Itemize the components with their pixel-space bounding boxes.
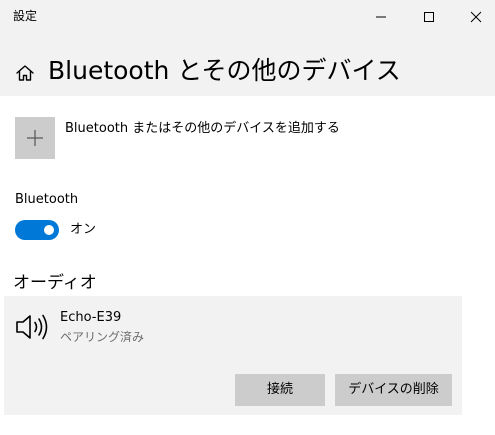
close-icon <box>470 11 482 22</box>
add-device-tile[interactable] <box>15 117 55 159</box>
maximize-button[interactable] <box>406 0 452 33</box>
maximize-icon <box>424 11 434 22</box>
connect-button[interactable]: 接続 <box>235 374 325 406</box>
bluetooth-toggle[interactable] <box>15 220 59 240</box>
home-button[interactable] <box>15 63 35 83</box>
device-status: ペアリング済み <box>60 330 145 344</box>
title-bar: 設定 <box>0 0 495 33</box>
toggle-knob <box>44 225 54 235</box>
minimize-button[interactable] <box>358 0 404 33</box>
audio-section-heading: オーディオ <box>13 273 97 293</box>
page-header: Bluetooth とその他のデバイス <box>0 33 495 96</box>
bluetooth-state-label: オン <box>70 222 97 237</box>
remove-device-button[interactable]: デバイスの削除 <box>335 374 452 406</box>
speaker-icon <box>15 312 49 342</box>
device-name: Echo-E39 <box>60 310 122 325</box>
window-title: 設定 <box>13 9 38 23</box>
add-device-button[interactable]: Bluetooth またはその他のデバイスを追加する <box>15 117 355 161</box>
device-card-echo-e39[interactable]: Echo-E39 ペアリング済み 接続 デバイスの削除 <box>4 296 462 415</box>
minimize-icon <box>376 16 386 17</box>
add-device-label[interactable]: Bluetooth またはその他のデバイスを追加する <box>65 120 340 138</box>
plus-icon <box>27 130 43 146</box>
page-title: Bluetooth とその他のデバイス <box>48 56 401 85</box>
bluetooth-label: Bluetooth <box>15 192 79 207</box>
close-button[interactable] <box>453 0 495 33</box>
home-icon <box>16 65 34 81</box>
